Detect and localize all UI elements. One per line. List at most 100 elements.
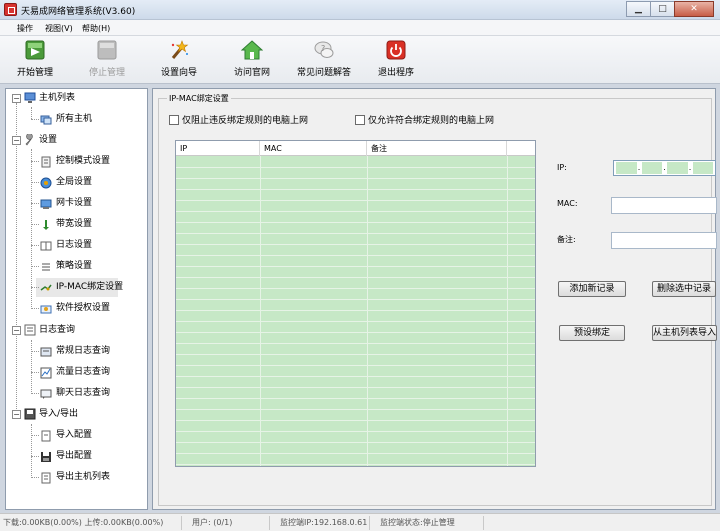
tree-node-log-query[interactable]: − 日志查询 [6, 321, 147, 340]
tree-node-settings[interactable]: − 设置 [6, 131, 147, 150]
table-row[interactable] [176, 190, 535, 201]
table-row[interactable] [176, 377, 535, 388]
tree-node-global-settings[interactable]: 全局设置 [6, 173, 147, 192]
ip-mac-bind-icon [40, 284, 52, 291]
table-row[interactable] [176, 322, 535, 333]
table-row[interactable] [176, 410, 535, 421]
column-header-ip[interactable]: IP [176, 141, 260, 156]
table-row[interactable] [176, 289, 535, 300]
note-input[interactable] [611, 232, 717, 249]
menu-help[interactable]: 帮助(H) [82, 23, 110, 34]
collapse-icon[interactable]: − [12, 410, 21, 419]
ip-dot: . [663, 163, 666, 172]
checkbox-box[interactable] [169, 114, 179, 125]
exit-program-button[interactable]: 退出程序 [366, 39, 426, 78]
table-row[interactable] [176, 366, 535, 377]
tree-node-host-list[interactable]: − 主机列表 [6, 89, 147, 108]
column-header-note[interactable]: 备注 [367, 141, 507, 156]
collapse-icon[interactable]: − [12, 136, 21, 145]
table-row[interactable] [176, 245, 535, 256]
table-row[interactable] [176, 278, 535, 289]
bandwidth-arrow-icon [43, 220, 49, 230]
wrench-icon [25, 134, 33, 146]
tree-node-regular-log[interactable]: 常规日志查询 [6, 342, 147, 361]
ip-octet-3[interactable] [667, 162, 688, 174]
checkbox-box[interactable] [355, 114, 365, 125]
table-row[interactable] [176, 201, 535, 212]
tree-node-log-settings[interactable]: 日志设置 [6, 236, 147, 255]
table-row[interactable] [176, 454, 535, 465]
column-header-mac[interactable]: MAC [260, 141, 367, 156]
traffic-chart-icon [40, 367, 52, 379]
add-record-button[interactable]: 添加新记录 [558, 281, 626, 297]
tree-node-export-config[interactable]: 导出配置 [6, 447, 147, 466]
table-row[interactable] [176, 333, 535, 344]
stop-management-button[interactable]: 停止管理 [77, 39, 137, 78]
ip-octet-2[interactable] [641, 162, 662, 174]
table-row[interactable] [176, 399, 535, 410]
ip-mac-binding-group: IP-MAC绑定设置 仅阻止违反绑定规则的电脑上网 仅允许符合绑定规则的电脑上网… [158, 93, 717, 506]
start-management-icon [25, 40, 45, 60]
policy-list-icon [42, 263, 50, 271]
tree-node-export-host-list[interactable]: 导出主机列表 [6, 468, 147, 487]
table-row[interactable] [176, 300, 535, 311]
table-row[interactable] [176, 355, 535, 366]
start-management-button[interactable]: 开始管理 [5, 39, 65, 78]
tree-node-import-config[interactable]: 导入配置 [6, 426, 147, 445]
table-row[interactable] [176, 267, 535, 278]
tree-node-traffic-log[interactable]: 流量日志查询 [6, 363, 147, 382]
ip-address-input[interactable]: . . . [613, 160, 716, 176]
table-row[interactable] [176, 234, 535, 245]
table-row[interactable] [176, 443, 535, 454]
svg-text:?: ? [321, 44, 325, 53]
table-row[interactable] [176, 179, 535, 190]
faq-button[interactable]: ? 常见问题解答 [294, 39, 354, 78]
table-row[interactable] [176, 432, 535, 443]
collapse-icon[interactable]: − [12, 94, 21, 103]
tree-node-network-card[interactable]: 网卡设置 [6, 194, 147, 213]
table-row[interactable] [176, 168, 535, 179]
tree-node-policy[interactable]: 策略设置 [6, 257, 147, 276]
minimize-icon[interactable]: ▁ [626, 1, 651, 17]
tree-connector [31, 351, 39, 352]
ip-octet-4[interactable] [692, 162, 713, 174]
block-violators-checkbox[interactable]: 仅阻止违反绑定规则的电脑上网 [169, 113, 308, 126]
status-monitor-state: 监控端状态:停止管理 [374, 516, 484, 530]
tree-node-all-hosts[interactable]: 所有主机 [6, 110, 147, 129]
chat-log-icon [40, 389, 52, 399]
table-row[interactable] [176, 344, 535, 355]
allow-compliant-checkbox[interactable]: 仅允许符合绑定规则的电脑上网 [355, 113, 494, 126]
mac-input[interactable] [611, 197, 717, 214]
window-title: 天易成网络管理系统(V3.60) [21, 7, 136, 17]
preset-binding-button[interactable]: 预设绑定 [559, 325, 625, 341]
hosts-icon [40, 115, 52, 125]
setup-wizard-button[interactable]: 设置向导 [149, 39, 209, 78]
maximize-icon[interactable]: □ [650, 1, 675, 17]
close-icon[interactable]: ✕ [674, 1, 714, 17]
tree-node-license[interactable]: 软件授权设置 [6, 299, 147, 318]
home-icon [241, 40, 263, 60]
table-row[interactable] [176, 311, 535, 322]
tree-node-ip-mac-binding[interactable]: IP-MAC绑定设置 [36, 278, 123, 297]
table-row[interactable] [176, 421, 535, 432]
tree-node-bandwidth[interactable]: 带宽设置 [6, 215, 147, 234]
binding-table[interactable]: IP MAC 备注 [175, 140, 536, 467]
table-row[interactable] [176, 388, 535, 399]
table-row[interactable] [176, 256, 535, 267]
tree-connector [31, 203, 39, 204]
tree-node-chat-log[interactable]: 聊天日志查询 [6, 384, 147, 403]
ip-label: IP: [557, 163, 567, 172]
visit-website-button[interactable]: 访问官网 [222, 39, 282, 78]
power-icon [386, 40, 406, 60]
import-from-host-list-button[interactable]: 从主机列表导入 [652, 325, 717, 341]
tree-node-import-export[interactable]: − 导入/导出 [6, 405, 147, 424]
collapse-icon[interactable]: − [12, 326, 21, 335]
menu-view[interactable]: 视图(V) [45, 23, 73, 34]
menu-operation[interactable]: 操作 [17, 23, 33, 34]
tree-node-control-mode[interactable]: 控制模式设置 [6, 152, 147, 171]
table-row[interactable] [176, 223, 535, 234]
table-row[interactable] [176, 212, 535, 223]
ip-octet-1[interactable] [616, 162, 637, 174]
delete-selected-button[interactable]: 删除选中记录 [652, 281, 716, 297]
table-row[interactable] [176, 157, 535, 168]
